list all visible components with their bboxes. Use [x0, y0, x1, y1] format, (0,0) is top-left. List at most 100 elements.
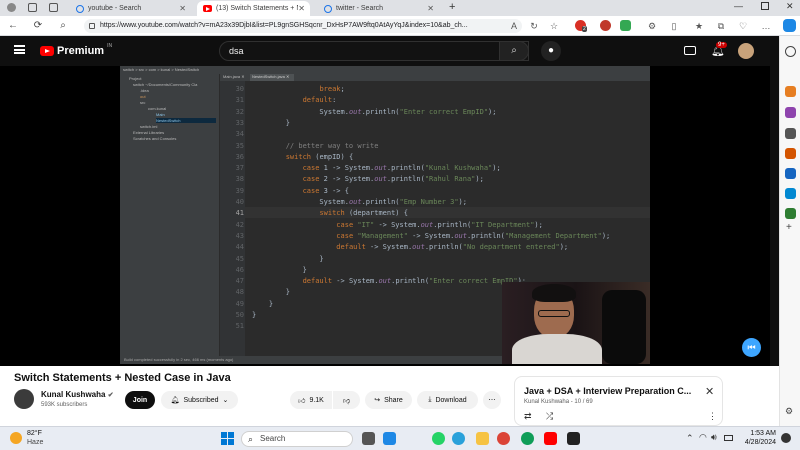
bag-icon[interactable] [785, 86, 796, 97]
line-number: 37 [235, 164, 244, 173]
notification-center-icon[interactable] [781, 433, 791, 443]
project-label: Project [129, 76, 142, 81]
shuffle-icon[interactable]: ⤮ [546, 411, 553, 422]
line-number: 44 [235, 243, 244, 252]
more-icon[interactable]: ⋮ [708, 411, 717, 422]
channel-name[interactable]: Kunal Kushwaha ✔ [41, 390, 114, 399]
favorite-star-icon[interactable]: ☆ [548, 20, 560, 32]
tab-youtube-video[interactable]: (13) Switch Statements + Ne ✕ [197, 1, 310, 16]
edge-icon[interactable] [521, 432, 534, 445]
whatsapp-icon[interactable] [432, 432, 445, 445]
battery-icon[interactable] [724, 435, 733, 441]
volume-icon[interactable]: 🔊︎ [711, 432, 717, 443]
workspaces-icon[interactable] [28, 3, 37, 12]
split-screen-icon[interactable]: ▯ [668, 20, 680, 32]
playlist-meta: Kunal Kushwaha - 10 / 69 [524, 399, 593, 405]
more-icon: ⋯ [488, 397, 496, 404]
file-explorer-icon[interactable] [476, 432, 489, 445]
search-button[interactable]: ⌕ [499, 41, 529, 61]
line-number: 49 [235, 299, 244, 308]
windows-start-icon[interactable] [221, 432, 234, 445]
loop-icon[interactable]: ⇄ [524, 411, 532, 422]
games-icon[interactable] [785, 128, 796, 139]
youtube-logo[interactable]: Premium IN [40, 43, 112, 57]
weather-icon[interactable] [10, 432, 22, 444]
minimize-button[interactable]: — [734, 1, 743, 11]
new-tab-button[interactable]: + [449, 1, 455, 13]
browser-essentials-icon[interactable]: ♡ [737, 20, 749, 32]
ide-project-tree: Project switch ~/Documents/Community Cla… [120, 74, 220, 356]
search-icon[interactable] [785, 46, 796, 57]
vscode-icon[interactable] [383, 432, 396, 445]
add-icon[interactable]: + [786, 222, 792, 233]
download-button[interactable]: ⤓ Download [417, 391, 478, 409]
join-button[interactable]: Join [125, 391, 155, 409]
copilot-icon[interactable] [783, 19, 796, 32]
channel-avatar[interactable] [14, 389, 34, 409]
close-window-button[interactable]: ✕ [786, 1, 794, 12]
playlist-title[interactable]: Java + DSA + Interview Preparation C... [524, 386, 691, 396]
create-video-icon[interactable] [684, 46, 696, 55]
chrome-icon[interactable] [497, 432, 510, 445]
clock-date[interactable]: 4/28/2024 [738, 439, 776, 446]
autoplay-back-button[interactable]: ⏮ [742, 338, 761, 357]
refresh-icon[interactable]: ↻ [528, 20, 540, 32]
microphone-icon[interactable]: ● [541, 41, 561, 61]
read-aloud-icon[interactable]: A [508, 20, 520, 32]
dislike-button[interactable]: 👎︎ [333, 391, 360, 409]
tab-label: twitter - Search [336, 5, 384, 12]
url-field[interactable]: https://www.youtube.com/watch?v=mA23x39D… [84, 19, 522, 33]
back-button[interactable]: ← [6, 19, 20, 33]
profile-icon[interactable] [7, 3, 16, 12]
more-actions-button[interactable]: ⋯ [483, 391, 501, 409]
settings-icon[interactable]: ⚙ [646, 20, 658, 32]
close-icon[interactable]: ✕ [427, 4, 434, 13]
office-icon[interactable] [785, 148, 796, 159]
line-number: 31 [235, 96, 244, 105]
taskbar-search[interactable]: ⌕ Search [241, 431, 353, 447]
favorites-icon[interactable]: ★ [693, 20, 705, 32]
line-number: 47 [235, 277, 244, 286]
search-input[interactable]: dsa [219, 41, 529, 61]
notification-badge: 9+ [716, 42, 727, 48]
wifi-icon[interactable]: ◠ [699, 432, 707, 443]
avatar[interactable] [738, 43, 754, 59]
code-line: System.out.println("Enter correct EmpID"… [252, 107, 497, 116]
drop-icon[interactable] [785, 208, 796, 219]
share-button[interactable]: ↪ Share [365, 391, 412, 409]
share-icon: ↪ [374, 397, 381, 404]
clock-time[interactable]: 1:53 AM [738, 430, 776, 437]
line-number: 48 [235, 288, 244, 297]
extension-icon[interactable] [620, 20, 631, 31]
presenter-hair [532, 284, 576, 302]
search-icon[interactable]: ⌕ [56, 19, 70, 33]
shopping-icon[interactable] [785, 188, 796, 199]
tab-youtube-search[interactable]: youtube - Search ✕ [70, 1, 191, 16]
intellij-icon[interactable] [567, 432, 580, 445]
code-line: break; [319, 85, 345, 93]
sidebar-settings-icon[interactable]: ⚙ [785, 406, 793, 417]
tab-actions-icon[interactable] [49, 3, 58, 12]
like-button[interactable]: 👍︎ 9.1K [290, 391, 332, 409]
close-icon[interactable]: ✕ [179, 4, 186, 13]
telegram-icon[interactable] [452, 432, 465, 445]
collections-icon[interactable]: ⧉ [715, 20, 727, 32]
tab-twitter-search[interactable]: twitter - Search ✕ [318, 1, 439, 16]
code-line: } [252, 265, 307, 274]
code-line: // better way to write [285, 141, 379, 150]
line-number: 38 [235, 175, 244, 184]
task-view-icon[interactable] [362, 432, 375, 445]
maximize-button[interactable] [761, 2, 769, 10]
subscribed-button[interactable]: 🔔︎ Subscribed ⌄ [161, 391, 238, 409]
more-options-icon[interactable]: … [760, 20, 772, 32]
youtube-app-icon[interactable] [544, 432, 557, 445]
close-icon[interactable]: ✕ [298, 4, 305, 13]
tools-icon[interactable] [785, 107, 796, 118]
reload-button[interactable]: ⟳ [31, 19, 45, 33]
tree-item: switch.iml [140, 124, 158, 129]
extension-icon[interactable] [600, 20, 611, 31]
tray-chevron-icon[interactable]: ⌃ [686, 433, 694, 444]
close-icon[interactable]: ✕ [705, 385, 714, 398]
outlook-icon[interactable] [785, 168, 796, 179]
tree-item: Scratches and Consoles [133, 136, 177, 141]
